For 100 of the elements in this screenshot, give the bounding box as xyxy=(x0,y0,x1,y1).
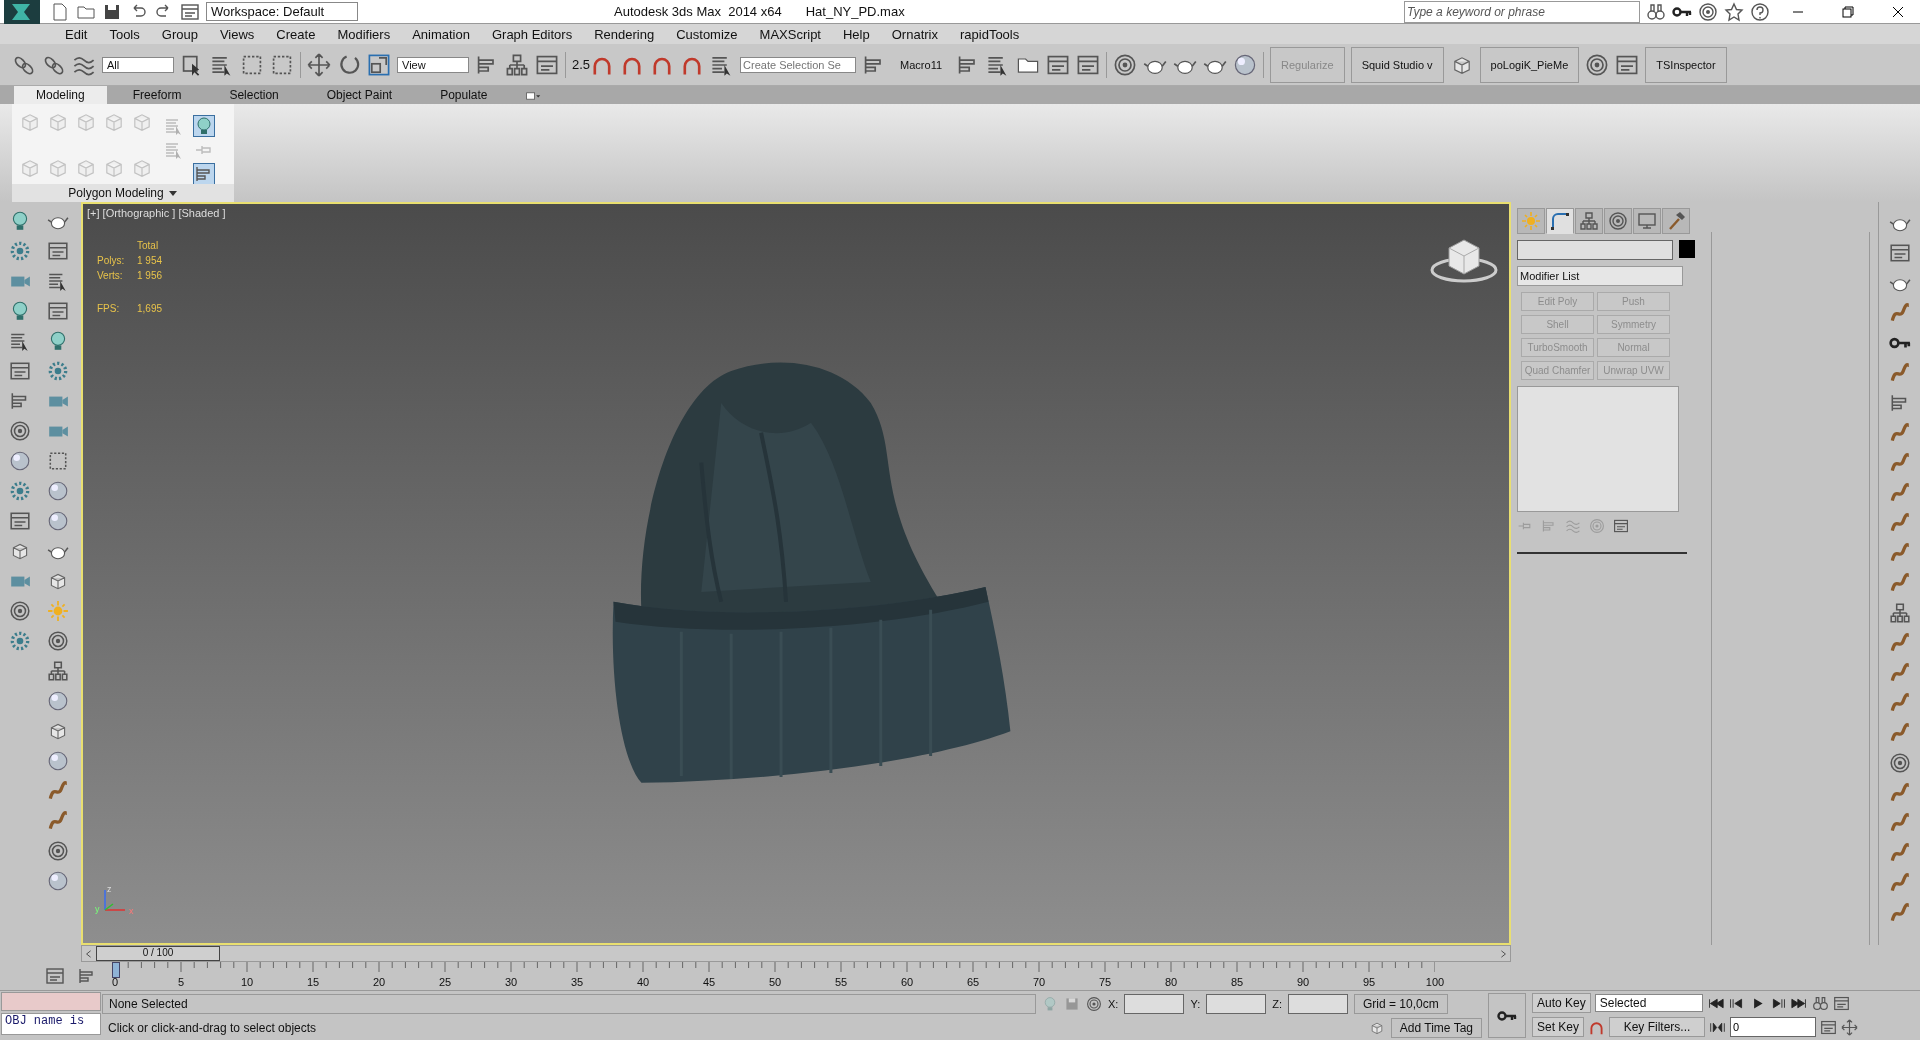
menu-item[interactable]: Help xyxy=(832,26,881,42)
menu-item[interactable]: Create xyxy=(265,26,327,42)
ribbon-tab[interactable]: Populate xyxy=(418,86,510,104)
reference-coordinate-dropdown[interactable]: View xyxy=(397,56,469,73)
menu-item[interactable]: Customize xyxy=(665,26,749,42)
menu-item[interactable]: Tools xyxy=(98,26,151,42)
window-icon[interactable] xyxy=(45,966,65,986)
workspace-dropdown[interactable]: Workspace: Default xyxy=(206,2,358,21)
current-frame-marker[interactable] xyxy=(112,962,120,978)
binoculars-icon[interactable] xyxy=(1646,1,1666,22)
squiggle-icon[interactable] xyxy=(1888,872,1911,894)
squiggle-icon[interactable] xyxy=(1888,782,1911,804)
doc-icon[interactable] xyxy=(50,1,70,22)
menu-item[interactable]: Modifiers xyxy=(326,26,402,42)
current-frame-field[interactable]: 0 xyxy=(1730,1017,1817,1037)
viewport-label[interactable]: [+] [Orthographic ] [Shaded ] xyxy=(87,207,226,219)
window-icon[interactable] xyxy=(9,510,31,532)
squiggle-icon[interactable] xyxy=(1888,842,1911,864)
squiggle-icon[interactable] xyxy=(1888,812,1911,834)
ribbon-tab[interactable]: Modeling xyxy=(14,86,107,104)
target-icon[interactable] xyxy=(47,840,69,862)
maxscript-listener-field[interactable] xyxy=(1,992,101,1011)
selection-filter-dropdown[interactable]: All xyxy=(102,56,174,73)
move-icon[interactable] xyxy=(307,52,331,77)
squiggle-icon[interactable] xyxy=(1888,482,1911,504)
ribbon-tab[interactable]: Selection xyxy=(207,86,301,104)
window-icon[interactable] xyxy=(9,360,31,382)
squiggle-icon[interactable] xyxy=(1888,452,1911,474)
modifier-stack[interactable] xyxy=(1517,386,1679,512)
gear-icon[interactable] xyxy=(9,480,31,502)
sphere-icon[interactable] xyxy=(9,450,31,472)
coordinate-field[interactable] xyxy=(1124,993,1185,1014)
squiggle-icon[interactable] xyxy=(1888,692,1911,714)
target-icon[interactable] xyxy=(1698,1,1718,22)
binoculars-icon[interactable] xyxy=(1811,994,1829,1012)
target-icon[interactable] xyxy=(9,600,31,622)
menu-item[interactable]: Animation xyxy=(401,26,481,42)
toolbar-button[interactable]: poLogiK_PieMe xyxy=(1479,46,1580,83)
squiggle-icon[interactable] xyxy=(1888,362,1911,384)
target-icon[interactable] xyxy=(47,630,69,652)
menu-item[interactable]: Views xyxy=(208,26,266,42)
menu-item[interactable]: Group xyxy=(150,26,209,42)
time-slider-thumb[interactable]: 0 / 100 xyxy=(96,946,220,961)
object-name-field[interactable] xyxy=(1517,240,1673,260)
squiggle-icon[interactable] xyxy=(1888,572,1911,594)
named-selection-field[interactable]: Create Selection Se xyxy=(740,56,857,73)
sphere-icon[interactable] xyxy=(47,690,69,712)
target-icon[interactable] xyxy=(1888,752,1911,774)
ribbon-tab[interactable]: Object Paint xyxy=(304,86,415,104)
window-icon[interactable] xyxy=(180,1,200,22)
target-icon[interactable] xyxy=(1113,52,1138,77)
window-icon[interactable] xyxy=(1832,994,1850,1012)
bulb-icon[interactable] xyxy=(194,116,214,136)
window-icon[interactable] xyxy=(1820,1018,1838,1036)
sphere-icon[interactable] xyxy=(47,750,69,772)
panel-title[interactable]: Polygon Modeling xyxy=(12,184,234,202)
squiggle-icon[interactable] xyxy=(1888,422,1911,444)
coordinate-field[interactable] xyxy=(1206,993,1267,1014)
modifier-list-dropdown[interactable]: Modifier List xyxy=(1517,266,1683,286)
target-icon[interactable] xyxy=(9,420,31,442)
squiggle-icon[interactable] xyxy=(1888,542,1911,564)
set-key-button[interactable]: Set Key xyxy=(1532,1017,1585,1037)
sphere-icon[interactable] xyxy=(47,870,69,892)
squiggle-icon[interactable] xyxy=(1888,722,1911,744)
squiggle-icon[interactable] xyxy=(1888,302,1911,324)
squiggle-icon[interactable] xyxy=(47,780,69,802)
star-icon[interactable] xyxy=(1724,1,1744,22)
squiggle-icon[interactable] xyxy=(1888,662,1911,684)
key-filters-button[interactable]: Key Filters... xyxy=(1609,1017,1706,1037)
menu-item[interactable]: MAXScript xyxy=(748,26,832,42)
toolbar-button[interactable]: TSInspector xyxy=(1645,46,1727,83)
hierarchy-icon[interactable] xyxy=(47,660,69,682)
menu-item[interactable]: Ornatrix xyxy=(880,26,949,42)
squiggle-icon[interactable] xyxy=(1888,632,1911,654)
window-icon[interactable] xyxy=(47,240,69,262)
window-icon[interactable] xyxy=(47,300,69,322)
window-icon[interactable] xyxy=(1888,242,1911,264)
menu-item[interactable]: Graph Editors xyxy=(480,26,584,42)
search-field[interactable]: Type a keyword or phrase xyxy=(1404,0,1640,23)
hierarchy-icon[interactable] xyxy=(1888,602,1911,624)
key-mode-dropdown[interactable]: Selected xyxy=(1594,994,1703,1012)
macro-label[interactable]: Macro11 xyxy=(892,58,951,71)
ribbon-tab[interactable]: Freeform xyxy=(110,86,204,104)
sphere-icon[interactable] xyxy=(47,510,69,532)
sphere-icon[interactable] xyxy=(1233,52,1258,77)
menu-item[interactable]: Edit xyxy=(54,26,99,42)
window-icon[interactable] xyxy=(1613,518,1629,534)
bars-icon[interactable] xyxy=(194,164,214,184)
target-icon[interactable] xyxy=(1585,52,1610,77)
add-time-tag[interactable]: Add Time Tag xyxy=(1390,1017,1482,1038)
hierarchy-icon[interactable] xyxy=(505,52,529,77)
scale-icon[interactable] xyxy=(367,52,391,77)
squiggle-icon[interactable] xyxy=(1888,512,1911,534)
target-icon[interactable] xyxy=(1086,995,1102,1012)
menu-item[interactable]: rapidTools xyxy=(948,26,1031,42)
toolbar-button[interactable]: Squid Studio v xyxy=(1350,46,1444,83)
squiggle-icon[interactable] xyxy=(1888,902,1911,924)
sphere-icon[interactable] xyxy=(47,480,69,502)
maxscript-output[interactable]: OBJ name is xyxy=(1,1013,101,1035)
auto-key-button[interactable]: Auto Key xyxy=(1532,993,1591,1013)
